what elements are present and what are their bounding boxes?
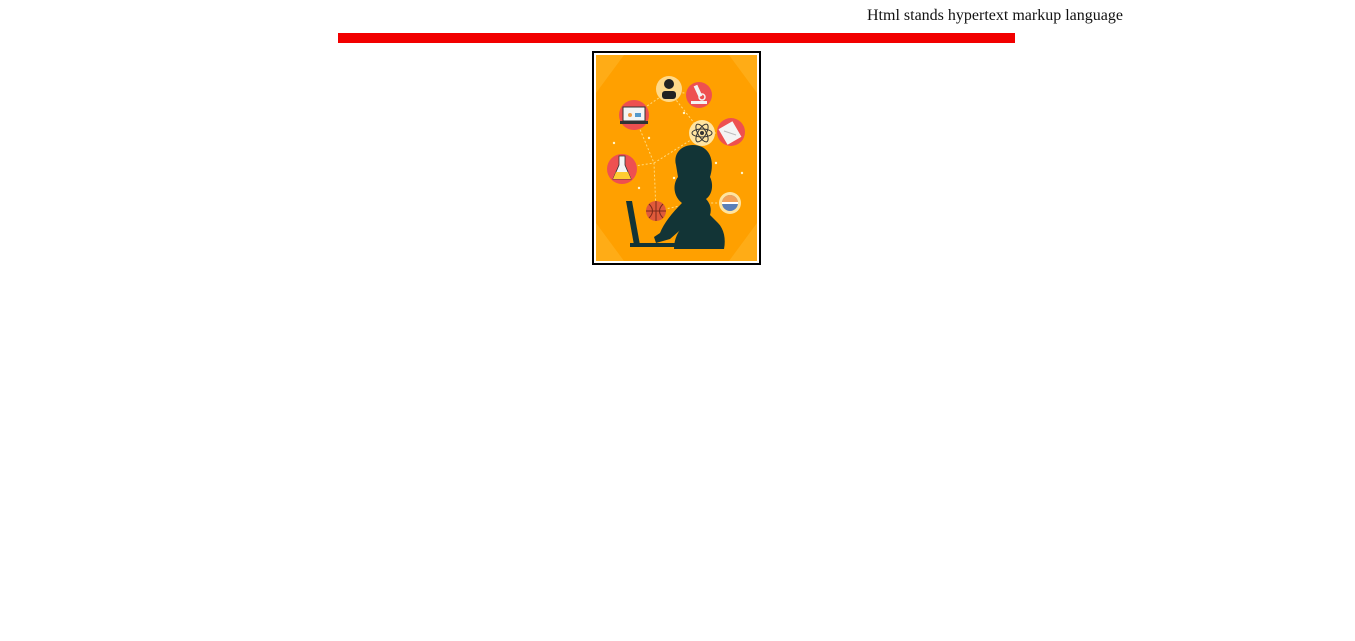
illustration-image bbox=[592, 51, 761, 265]
atom-icon bbox=[689, 120, 715, 146]
basketball-icon bbox=[646, 201, 666, 221]
page: Html stands hypertext markup language bbox=[0, 0, 1355, 641]
person-icon bbox=[656, 76, 682, 102]
page-caption: Html stands hypertext markup language bbox=[867, 7, 1123, 24]
laptop-icon bbox=[619, 100, 649, 130]
flask-icon bbox=[607, 154, 637, 184]
microscope-icon bbox=[686, 82, 712, 108]
red-divider-bar bbox=[338, 33, 1015, 43]
globe-icon bbox=[719, 192, 741, 214]
book-icon bbox=[717, 118, 745, 146]
